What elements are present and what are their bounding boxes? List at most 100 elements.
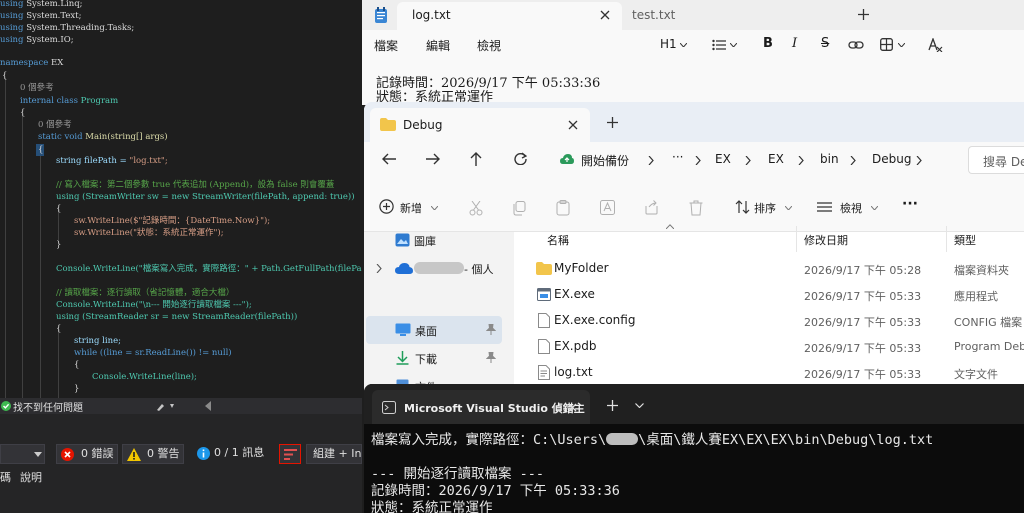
terminal-output-line-4[interactable]: 狀態：系統正常運作 — [371, 496, 493, 513]
table-row[interactable]: EX.pdb 2026/9/17 下午 05:33 Program Debu — [514, 336, 1024, 362]
forward-arrow-icon[interactable] — [426, 153, 440, 165]
heading-selector[interactable]: H1 — [660, 37, 677, 51]
paste-icon[interactable] — [556, 200, 570, 216]
link-icon[interactable] — [848, 40, 864, 50]
nav-item-onedrive[interactable]: - 個人 — [370, 258, 510, 282]
code-line-while: while ((line = sr.ReadLine()) != null) — [74, 348, 232, 358]
nav-item-downloads[interactable]: 下載 — [366, 346, 502, 372]
table-row[interactable]: MyFolder 2026/9/17 下午 05:28 檔案資料夾 — [514, 258, 1024, 284]
tab-debug[interactable]: Debug — [370, 108, 590, 142]
code-lens-references[interactable]: 0 個參考 — [20, 82, 54, 94]
close-icon[interactable] — [600, 10, 610, 20]
new-label: 新增 — [400, 202, 422, 215]
chevron-down-icon — [784, 205, 793, 211]
tab-test-txt[interactable]: test.txt — [632, 8, 675, 22]
column-header-modified[interactable]: 修改日期 — [804, 232, 848, 248]
table-icon[interactable] — [880, 38, 893, 51]
file-type: CONFIG 檔案 — [954, 316, 1023, 329]
file-date: 2026/9/17 下午 05:28 — [804, 264, 922, 277]
code-line-brace: { — [56, 324, 62, 334]
breadcrumb-ex-2[interactable]: EX — [768, 152, 784, 166]
share-icon[interactable] — [644, 200, 659, 215]
column-header-description[interactable]: 說明 — [20, 469, 42, 485]
delete-icon[interactable] — [689, 200, 703, 216]
nav-label: - 個人 — [464, 263, 494, 276]
chevron-right-icon[interactable] — [376, 264, 382, 273]
brush-icon[interactable] — [156, 401, 178, 411]
cut-icon[interactable] — [469, 201, 483, 216]
table-row[interactable]: EX.exe 2026/9/17 下午 05:33 應用程式 — [514, 284, 1024, 310]
file-icon — [538, 339, 550, 354]
breadcrumb-backup[interactable]: 開始備份 — [581, 152, 629, 169]
nav-item-pictures[interactable]: 圖庫 — [384, 232, 510, 256]
pictures-icon — [395, 233, 410, 247]
menu-view[interactable]: 檢視 — [477, 37, 501, 54]
breadcrumb-ex-1[interactable]: EX — [715, 152, 731, 166]
rename-icon[interactable] — [600, 200, 615, 215]
sort-button[interactable]: 排序 — [734, 197, 793, 219]
scroll-left-icon[interactable] — [204, 401, 212, 411]
code-lens-references[interactable]: 0 個參考 — [38, 119, 72, 131]
code-line-main: static void Main(string[] args) — [38, 132, 168, 142]
code-line-namespace: namespace EX — [0, 58, 64, 68]
column-header-type[interactable]: 類型 — [954, 232, 976, 248]
terminal-output-line-1[interactable]: 檔案寫入完成，實際路徑：C:\Users\ \桌面\鐵人賽EX\EX\EX\bin… — [371, 428, 933, 448]
close-icon[interactable] — [568, 403, 577, 412]
menu-edit[interactable]: 編輯 — [426, 37, 450, 54]
build-intellisense-dropdown[interactable]: 組建 + Int — [306, 444, 362, 464]
code-line-brace: { — [20, 108, 26, 118]
bold-icon[interactable]: B — [763, 36, 773, 51]
up-arrow-icon[interactable] — [470, 152, 482, 166]
chevron-right-icon — [695, 156, 701, 165]
strikethrough-icon[interactable]: S — [821, 36, 829, 51]
error-list-panel: 0 錯誤 0 警告 0 / 1 訊息 組建 + Int 碼 說明 — [0, 414, 362, 513]
new-tab-icon[interactable] — [607, 117, 618, 128]
code-editor[interactable]: using System.Linq; using System.Text; us… — [0, 0, 362, 400]
chevron-down-icon[interactable] — [635, 403, 644, 408]
onedrive-cloud-icon — [395, 263, 413, 274]
column-divider — [946, 226, 947, 252]
italic-icon[interactable]: I — [792, 36, 797, 51]
pin-icon[interactable] — [486, 352, 496, 363]
more-options-button[interactable]: ··· — [902, 196, 918, 212]
issues-status[interactable]: 找不到任何問題 — [13, 399, 83, 414]
file-list: 名稱 修改日期 類型 MyFolder 2026/9/17 下午 05:28 檔… — [514, 224, 1024, 392]
sort-icon — [735, 200, 750, 214]
search-input[interactable]: 搜尋 De — [968, 146, 1024, 174]
nav-item-desktop[interactable]: 桌面 — [366, 316, 502, 344]
warnings-filter-button[interactable]: 0 警告 — [122, 444, 184, 464]
new-tab-icon[interactable] — [607, 400, 618, 411]
view-button[interactable]: 檢視 — [816, 197, 879, 219]
code-line-using-tasks: using System.Threading.Tasks; — [0, 23, 135, 33]
breadcrumb-bin[interactable]: bin — [820, 152, 839, 166]
tab-log-txt[interactable]: log.txt — [397, 2, 622, 30]
clear-formatting-icon[interactable] — [928, 38, 943, 52]
sort-label: 排序 — [754, 202, 776, 215]
close-icon[interactable] — [568, 120, 578, 130]
copy-icon[interactable] — [512, 201, 526, 216]
refresh-icon[interactable] — [514, 152, 527, 165]
vs-status-bar: 找不到任何問題 — [0, 398, 362, 414]
menu-file[interactable]: 檔案 — [374, 37, 398, 54]
new-tab-icon[interactable] — [858, 9, 869, 20]
console-app-icon — [382, 401, 396, 414]
terminal-window: Microsoft Visual Studio 偵錯主 檔案寫入完成，實際路徑：… — [364, 384, 1024, 513]
new-button[interactable]: 新增 — [378, 197, 439, 219]
filter-toggle-button[interactable] — [279, 444, 301, 464]
column-header-code[interactable]: 碼 — [0, 469, 11, 485]
list-icon[interactable] — [712, 39, 726, 51]
table-row[interactable]: EX.exe.config 2026/9/17 下午 05:33 CONFIG … — [514, 310, 1024, 336]
messages-count: 0 / 1 訊息 — [214, 446, 265, 459]
column-header-name[interactable]: 名稱 — [547, 232, 569, 248]
view-label: 檢視 — [840, 202, 862, 215]
search-placeholder: 搜尋 De — [983, 155, 1024, 169]
scope-dropdown[interactable] — [0, 444, 45, 464]
tab-debug-console[interactable]: Microsoft Visual Studio 偵錯主 — [372, 390, 590, 424]
breadcrumb-debug[interactable]: Debug — [872, 152, 911, 166]
filter-list-icon — [284, 449, 297, 460]
pin-icon[interactable] — [486, 324, 496, 335]
messages-filter-button[interactable]: 0 / 1 訊息 — [194, 444, 264, 464]
breadcrumb-more[interactable]: ··· — [672, 150, 683, 164]
errors-filter-button[interactable]: 0 錯誤 — [56, 444, 118, 464]
back-arrow-icon[interactable] — [382, 153, 396, 165]
